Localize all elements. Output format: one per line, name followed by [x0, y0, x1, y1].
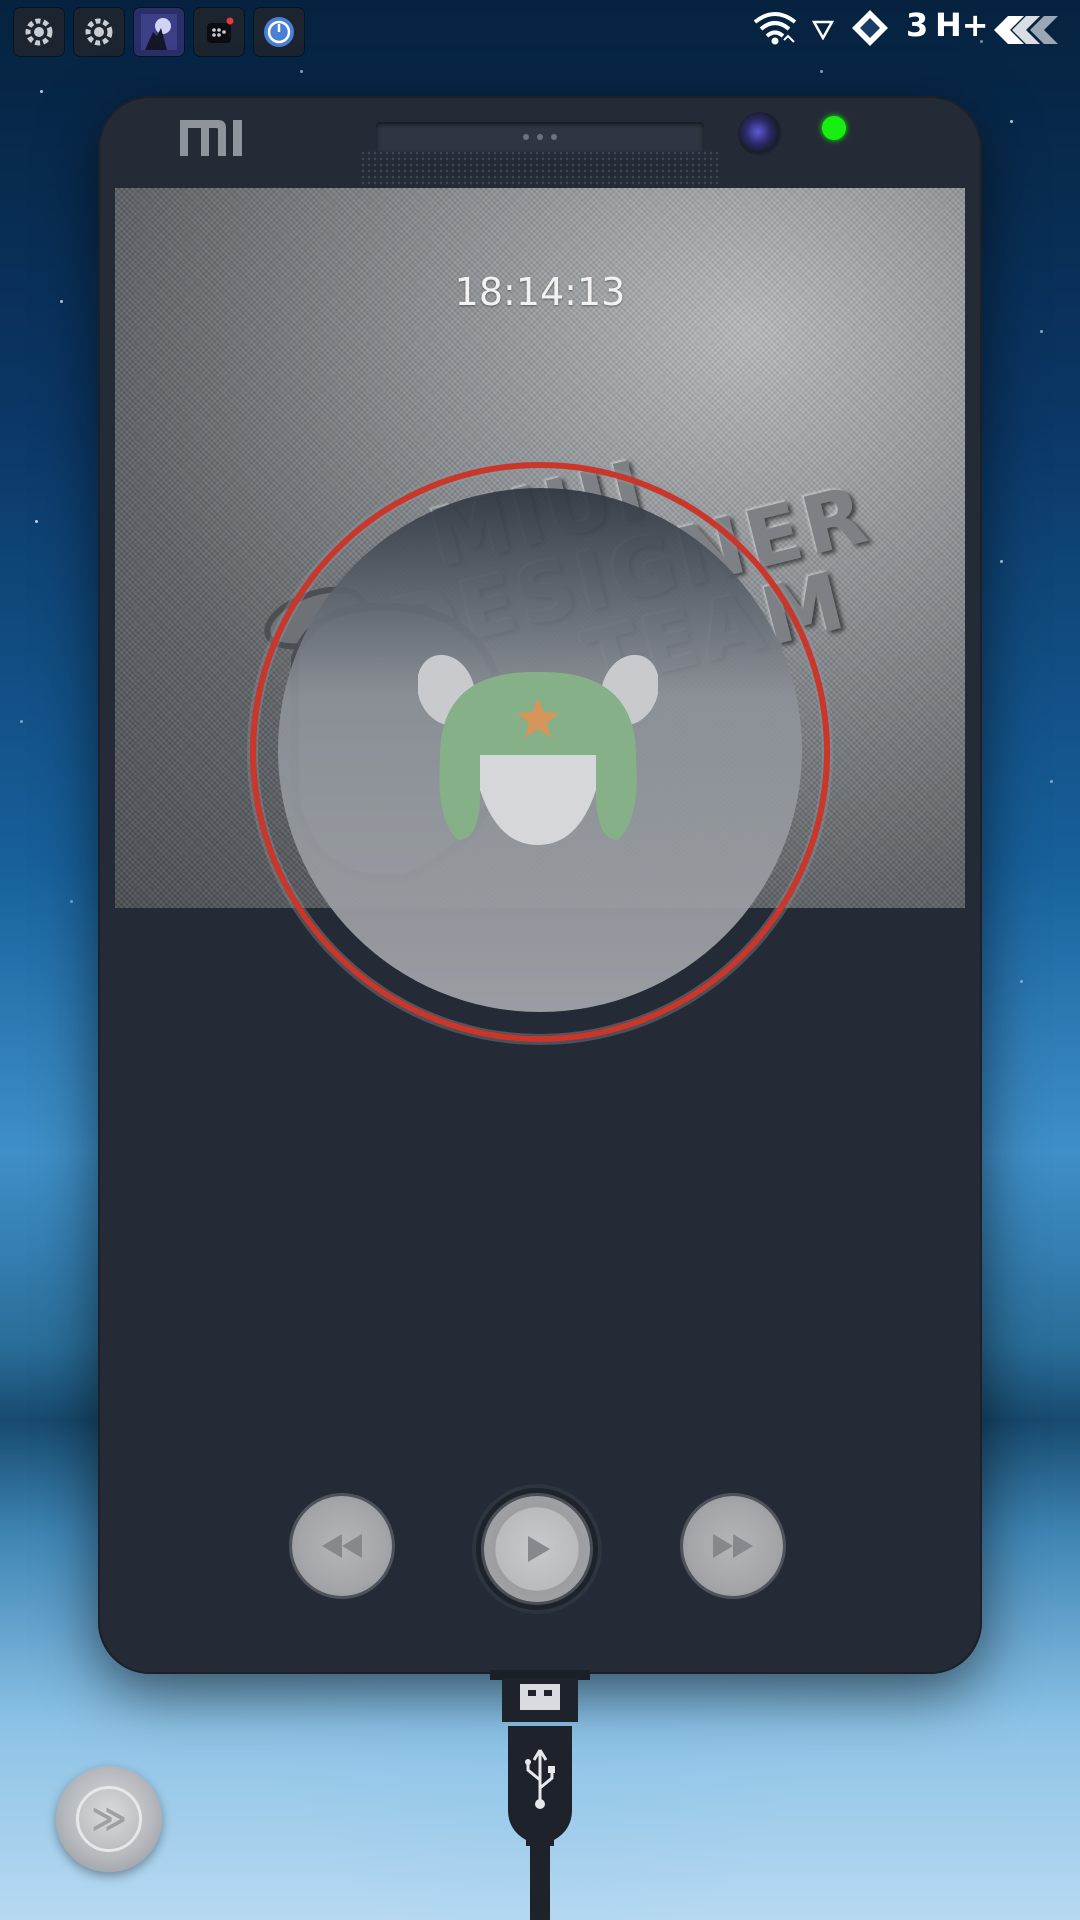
- fast-forward-icon: [713, 1534, 753, 1558]
- wolf-moon-app-icon[interactable]: [134, 8, 184, 56]
- floating-quick-button[interactable]: ≫: [56, 1766, 162, 1872]
- previous-track-button[interactable]: [292, 1496, 392, 1596]
- front-camera: [738, 112, 782, 156]
- settings-gear-icon[interactable]: [74, 8, 124, 56]
- rewind-icon: [322, 1534, 362, 1558]
- speedometer-app-icon[interactable]: [254, 8, 304, 56]
- mi-brand-logo: [180, 120, 242, 156]
- signal-diamond-icon: [852, 10, 888, 46]
- status-bar: 3 H+: [0, 0, 1080, 60]
- battery-chevrons-icon: [994, 16, 1058, 44]
- wifi-icon: [753, 12, 797, 45]
- network-type: H+: [935, 6, 989, 44]
- data-activity-icon: [812, 20, 834, 40]
- settings-gear-icon[interactable]: [14, 8, 64, 56]
- mi-bunny-mascot-icon: [418, 654, 658, 845]
- bbm-messenger-icon[interactable]: [194, 8, 244, 56]
- earpiece-speaker: [376, 122, 704, 152]
- double-chevron-icon: ≫: [76, 1786, 142, 1852]
- notification-led: [822, 116, 846, 140]
- play-button[interactable]: [484, 1496, 590, 1602]
- next-track-button[interactable]: [683, 1496, 783, 1596]
- play-icon: [528, 1536, 550, 1562]
- lockscreen-clock: 18:14:13: [454, 270, 626, 314]
- network-label: 3: [906, 6, 929, 44]
- usb-cable-icon: [490, 1670, 590, 1920]
- speaker-mesh: [360, 150, 720, 186]
